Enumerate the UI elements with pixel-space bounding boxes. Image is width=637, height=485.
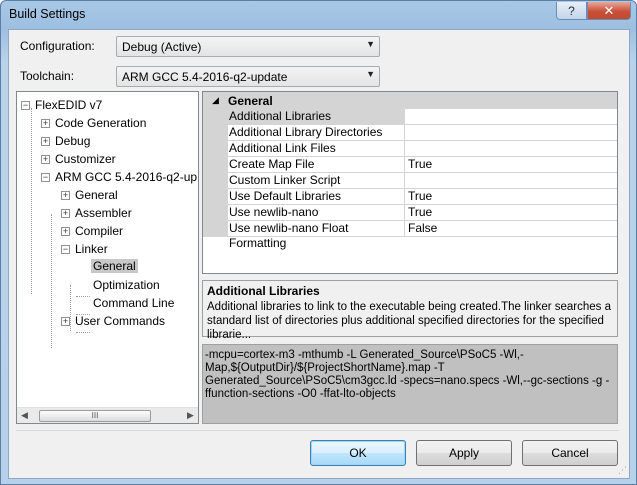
property-value[interactable]: [404, 173, 617, 189]
tree-connector: [51, 214, 52, 348]
collapse-icon[interactable]: −: [21, 101, 30, 110]
tree-item-label: General: [91, 259, 138, 273]
scroll-right-icon[interactable]: ▶: [187, 410, 194, 421]
chevron-down-icon: ▼: [366, 69, 375, 79]
tree-item-label: ARM GCC 5.4-2016-q2-up: [55, 170, 198, 184]
property-value[interactable]: True: [404, 205, 617, 221]
property-row[interactable]: Additional Libraries: [203, 109, 617, 125]
description-panel: Additional Libraries Additional librarie…: [202, 280, 618, 341]
property-row[interactable]: Additional Link Files: [203, 141, 617, 157]
property-row[interactable]: Additional Library Directories: [203, 125, 617, 141]
tree-connector: [31, 108, 32, 294]
command-line-preview: -mcpu=cortex-m3 -mthumb -L Generated_Sou…: [202, 344, 618, 424]
tree-connector: [76, 296, 90, 297]
tree-item-label: Debug: [55, 134, 91, 148]
tree-item-label: FlexEDID v7: [35, 98, 103, 112]
cancel-button[interactable]: Cancel: [522, 440, 618, 466]
expand-icon[interactable]: +: [61, 209, 70, 218]
configuration-value: Debug (Active): [122, 40, 202, 54]
grip-icon: III: [91, 411, 99, 420]
expand-icon[interactable]: +: [61, 317, 70, 326]
property-grid: ◢ General Additional Libraries Additiona…: [202, 91, 618, 274]
tree-connector: [76, 332, 90, 333]
tree-horizontal-scrollbar[interactable]: ◀ III ▶: [17, 407, 198, 423]
description-title: Additional Libraries: [207, 284, 320, 298]
property-row[interactable]: Create Map File True: [203, 157, 617, 173]
property-name: Additional Link Files: [228, 141, 404, 157]
scrollbar-thumb[interactable]: III: [39, 410, 151, 422]
property-value[interactable]: [404, 141, 617, 157]
row-gutter: [203, 189, 228, 205]
command-line-text: -mcpu=cortex-m3 -mthumb -L Generated_Sou…: [205, 349, 610, 400]
row-gutter: [203, 141, 228, 157]
close-icon: ✕: [603, 2, 615, 18]
build-settings-window: Build Settings ? ✕ Configuration: Debug …: [0, 0, 637, 485]
chevron-down-icon: ▼: [366, 39, 375, 49]
property-name: Use newlib-nano: [228, 205, 404, 221]
category-title: General: [228, 94, 273, 108]
property-name: Custom Linker Script: [228, 173, 404, 189]
tree-item-label: Customizer: [55, 152, 116, 166]
tree-item-label: Compiler: [75, 224, 124, 238]
tree-item-label: User Commands: [75, 314, 166, 328]
property-value[interactable]: False: [404, 221, 617, 237]
title-bar[interactable]: Build Settings ? ✕: [1, 1, 636, 27]
tree-item-label: General: [75, 188, 118, 202]
row-gutter: [203, 205, 228, 221]
expand-icon[interactable]: +: [61, 191, 70, 200]
help-icon: ?: [568, 3, 575, 18]
property-row[interactable]: Use Default Libraries True: [203, 189, 617, 205]
collapse-icon[interactable]: −: [61, 245, 70, 254]
property-row[interactable]: Use newlib-nano True: [203, 205, 617, 221]
scroll-left-icon[interactable]: ◀: [21, 410, 28, 421]
row-gutter: [203, 125, 228, 141]
expand-icon[interactable]: +: [41, 119, 50, 128]
apply-button[interactable]: Apply: [416, 440, 512, 466]
expand-icon[interactable]: +: [41, 155, 50, 164]
window-title: Build Settings: [9, 7, 86, 21]
row-gutter: [203, 109, 228, 125]
tree-item-label: Optimization: [93, 278, 160, 292]
toolchain-value: ARM GCC 5.4-2016-q2-update: [122, 70, 288, 84]
divider: [16, 430, 619, 431]
property-name: Additional Libraries: [228, 109, 404, 125]
property-row[interactable]: Custom Linker Script: [203, 173, 617, 189]
configuration-dropdown[interactable]: Debug (Active) ▼: [116, 36, 380, 57]
description-text: Additional libraries to link to the exec…: [207, 301, 612, 341]
tree-connector: [70, 285, 71, 331]
tree-item-label: Linker: [75, 242, 108, 256]
property-name: Additional Library Directories: [228, 125, 404, 141]
property-value[interactable]: [404, 125, 617, 141]
property-name: Create Map File: [228, 157, 404, 173]
tree-item-label: Code Generation: [55, 116, 147, 130]
toolchain-dropdown[interactable]: ARM GCC 5.4-2016-q2-update ▼: [116, 66, 380, 87]
help-button[interactable]: ?: [556, 2, 587, 20]
row-gutter: [203, 173, 228, 189]
row-gutter: [203, 157, 228, 173]
expand-icon[interactable]: +: [41, 137, 50, 146]
row-gutter: [203, 221, 228, 237]
collapse-icon[interactable]: −: [41, 173, 50, 182]
toolchain-label: Toolchain:: [20, 69, 75, 83]
property-name: Use newlib-nano Float Formatting: [228, 221, 404, 250]
tree-item-label: Assembler: [75, 206, 132, 220]
property-name: Use Default Libraries: [228, 189, 404, 205]
property-value[interactable]: [404, 109, 617, 125]
ok-button[interactable]: OK: [310, 440, 406, 466]
expand-icon[interactable]: +: [61, 227, 70, 236]
settings-tree[interactable]: − FlexEDID v7 + Code Generation + Debug …: [16, 91, 199, 424]
property-row[interactable]: Use newlib-nano Float Formatting False: [203, 221, 617, 250]
close-button[interactable]: ✕: [587, 2, 631, 20]
collapse-triangle-icon[interactable]: ◢: [212, 95, 219, 106]
tree-item-label: Command Line: [93, 296, 175, 310]
dialog-client-area: Configuration: Debug (Active) ▼ Toolchai…: [8, 29, 630, 479]
property-value[interactable]: True: [404, 189, 617, 205]
resize-grip-icon[interactable]: ⋰: [618, 465, 627, 476]
configuration-label: Configuration:: [20, 39, 95, 53]
property-value[interactable]: True: [404, 157, 617, 173]
category-header[interactable]: ◢ General: [203, 92, 617, 109]
